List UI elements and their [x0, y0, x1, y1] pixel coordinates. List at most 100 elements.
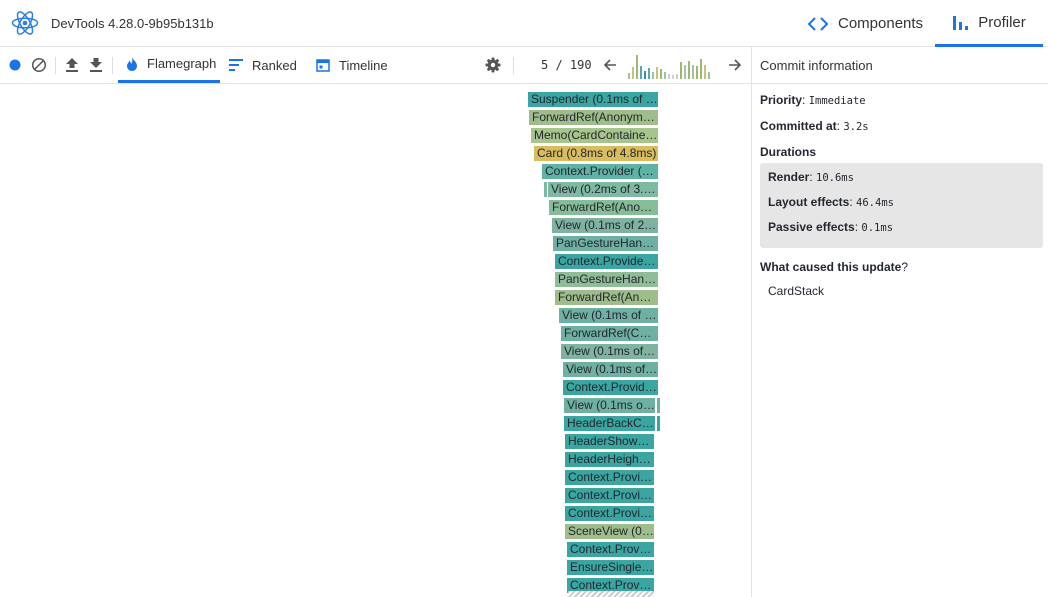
commit-bar[interactable]	[652, 72, 654, 79]
cause-title: What caused this update?	[760, 260, 1043, 274]
commit-bar[interactable]	[696, 66, 698, 79]
flamegraph-bar[interactable]: PanGestureHandler (0.1ms of 2.8ms)	[553, 236, 659, 251]
tab-timeline-label: Timeline	[339, 57, 388, 73]
commit-bar[interactable]	[628, 73, 630, 79]
flamegraph-stub[interactable]	[544, 182, 547, 197]
download-icon	[90, 58, 102, 72]
tab-components[interactable]: Components	[808, 0, 923, 47]
commit-bar[interactable]	[680, 62, 682, 79]
commit-bar[interactable]	[692, 65, 694, 79]
calendar-icon	[316, 59, 330, 72]
ranked-icon	[229, 59, 243, 71]
flamegraph-stub[interactable]	[657, 398, 660, 413]
commit-bar[interactable]	[656, 67, 658, 79]
render-duration-row: Render: 10.6ms	[768, 170, 854, 184]
record-button[interactable]	[6, 56, 24, 74]
load-profile-button[interactable]	[63, 56, 81, 74]
commit-bar[interactable]	[688, 61, 690, 79]
flamegraph-bar[interactable]: View (0.1ms of 2.1ms)	[563, 362, 659, 377]
flamegraph-bar[interactable]: View (0.1ms of 2.2ms)	[561, 344, 659, 359]
tab-ranked[interactable]: Ranked	[229, 47, 297, 83]
commit-bar[interactable]	[676, 74, 678, 79]
commit-bar[interactable]	[672, 75, 674, 79]
cause-component[interactable]: CardStack	[760, 284, 1043, 298]
durations-box: Render: 10.6ms Layout effects: 46.4ms Pa…	[760, 163, 1043, 248]
flamegraph-bar[interactable]: Context.Provider (0.1ms of 1.5ms)	[565, 470, 655, 485]
flamegraph-bar[interactable]: HeaderBackContext.Provider (0.1ms of 1.8…	[564, 416, 656, 431]
tab-ranked-label: Ranked	[252, 57, 297, 73]
record-icon	[9, 59, 21, 71]
next-commit-icon[interactable]	[727, 57, 743, 73]
flamegraph-bar[interactable]: Context.Provider (0.1ms of 1.3ms)	[565, 506, 655, 521]
flamegraph-bar[interactable]: Context.Provider (0.1ms of 1.4ms)	[565, 488, 655, 503]
commit-bar-chart[interactable]	[626, 53, 718, 79]
commit-bar[interactable]	[704, 65, 706, 79]
tab-flamegraph[interactable]: Flamegraph	[118, 47, 220, 83]
commit-bar[interactable]	[636, 55, 638, 79]
layout-effects-label: Layout effects	[768, 195, 850, 209]
panel-divider[interactable]	[751, 47, 752, 597]
commit-bar[interactable]	[708, 72, 710, 79]
commit-counter: 5 / 190	[541, 58, 592, 72]
flamegraph-bar[interactable]: ForwardRef(Anonymous) (0.1ms of 2.5ms)	[555, 290, 659, 305]
flamegraph-bar[interactable]: SceneView (0.1ms of 1.2ms)	[565, 524, 655, 539]
flamegraph-bar[interactable]: EnsureSingleNavigator (0.1ms of 1.0ms)	[567, 560, 655, 575]
flamegraph-stub[interactable]	[657, 416, 660, 431]
render-value: 10.6ms	[816, 172, 854, 184]
flamegraph-bar[interactable]: View (0.1ms of 2.9ms)	[552, 218, 659, 233]
prev-commit-icon[interactable]	[602, 57, 618, 73]
toolbar-separator	[513, 57, 514, 74]
flamegraph-bar[interactable]: Context.Provider (0.1ms of 2.0ms)	[563, 380, 659, 395]
render-label: Render	[768, 170, 810, 184]
flamegraph-bar[interactable]: PanGestureHandler (0.1ms of 2.6ms)	[555, 272, 659, 287]
flamegraph-bar[interactable]: HeaderShownContext.Provider (0.1ms of 1.…	[565, 434, 655, 449]
commit-bar[interactable]	[648, 68, 650, 79]
committed-at-label: Committed at	[760, 119, 837, 133]
committed-at-row: Committed at: 3.2s	[760, 119, 869, 133]
flamegraph-bar[interactable]: ForwardRef(CardContent) (0.1ms of 2.3ms)	[561, 326, 659, 341]
commit-info-header: Commit information	[752, 47, 1048, 84]
flamegraph-bar[interactable]: Card (0.8ms of 4.8ms)	[534, 146, 659, 161]
durations-label: Durations	[760, 145, 817, 159]
passive-effects-label: Passive effects	[768, 220, 855, 234]
priority-row: Priority: Immediate	[760, 93, 866, 107]
flame-icon	[127, 56, 137, 71]
flamegraph-hatch	[568, 591, 654, 597]
commit-bar[interactable]	[632, 67, 634, 79]
commit-bar[interactable]	[664, 72, 666, 79]
commit-bar[interactable]	[660, 69, 662, 79]
settings-button[interactable]	[484, 56, 502, 74]
commit-bar[interactable]	[684, 65, 686, 79]
flamegraph-bar[interactable]: ForwardRef(Anonymous) (0.1ms of 4.8ms)	[529, 110, 659, 125]
passive-effects-value: 0.1ms	[861, 222, 894, 234]
tab-timeline[interactable]: Timeline	[316, 47, 388, 83]
passive-effects-row: Passive effects: 0.1ms	[768, 220, 894, 234]
flamegraph-bar[interactable]: Memo(CardContainer) (0.1ms of 4.8ms)	[531, 128, 659, 143]
flamegraph-bar[interactable]: HeaderHeightContext.Provider (0.1ms of 1…	[565, 452, 655, 467]
layout-effects-value: 46.4ms	[856, 197, 894, 209]
clear-icon	[31, 57, 47, 73]
cause-label: What caused this update	[760, 260, 902, 274]
commit-bar[interactable]	[700, 59, 702, 79]
flamegraph-bar[interactable]: Context.Provider (0.1ms of 3.9ms)	[542, 164, 659, 179]
save-profile-button[interactable]	[87, 56, 105, 74]
profiler-toolbar: Flamegraph Ranked Timeline 5 / 190	[0, 47, 752, 84]
priority-value: Immediate	[808, 95, 866, 107]
flamegraph-bar[interactable]: Context.Provider (0.1ms of 1.1ms)	[567, 542, 655, 557]
commit-bar[interactable]	[668, 74, 670, 79]
layout-effects-row: Layout effects: 46.4ms	[768, 195, 894, 209]
clear-button[interactable]	[30, 56, 48, 74]
commit-bar-selected[interactable]	[644, 71, 646, 79]
bar-chart-icon	[953, 16, 969, 30]
upload-icon	[66, 58, 78, 72]
flamegraph-bar[interactable]: Suspender (0.1ms of 4.8ms)	[528, 92, 659, 107]
flamegraph-bar[interactable]: Context.Provider (0.1ms of 2.7ms)	[555, 254, 659, 269]
commit-bar[interactable]	[640, 66, 642, 79]
tab-profiler[interactable]: Profiler	[935, 0, 1043, 47]
flamegraph-bar[interactable]: View (0.1ms of 1.9ms)	[564, 398, 656, 413]
flamegraph-bar[interactable]: ForwardRef(Anonymous) (0.1ms of 3.7ms)	[549, 200, 659, 215]
flamegraph-chart: Suspender (0.1ms of 4.8ms) ForwardRef(Ano…	[0, 84, 751, 597]
toolbar-separator	[55, 57, 56, 74]
flamegraph-bar[interactable]: View (0.1ms of 2.4ms)	[559, 308, 659, 323]
flamegraph-bar[interactable]: View (0.2ms of 3.9ms)	[548, 182, 659, 197]
